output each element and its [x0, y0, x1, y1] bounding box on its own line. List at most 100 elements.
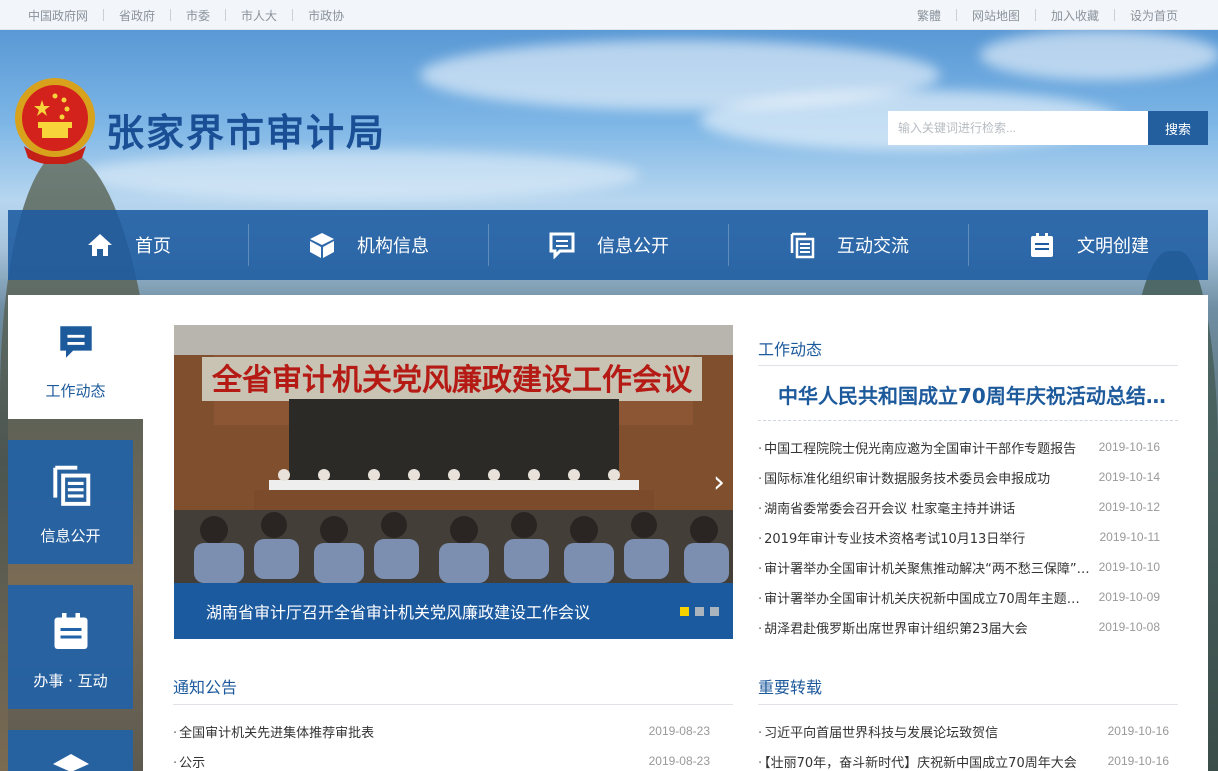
- left-sidebar: 工作动态 信息公开 办事 · 互动: [8, 295, 143, 771]
- list-item[interactable]: 2019年审计专业技术资格考试10月13日举行 2019-10-11: [758, 522, 1160, 552]
- main-nav: 首页 机构信息 信息公开 互动交流 文明创建: [8, 210, 1208, 280]
- news-title[interactable]: 2019年审计专业技术资格考试10月13日举行: [758, 528, 1092, 547]
- top-bar: 中国政府网 省政府 市委 市人大 市政协 繁體 网站地图 加入收藏 设为首页: [0, 0, 1218, 30]
- sidebar-item-info-disclosure[interactable]: 信息公开: [8, 440, 133, 564]
- news-title[interactable]: 湖南省委常委会召开会议 杜家毫主持并讲话: [758, 498, 1091, 517]
- chevron-right-icon[interactable]: ›: [713, 465, 725, 500]
- divider: [103, 9, 105, 21]
- home-icon: [85, 230, 115, 260]
- divider: [225, 9, 227, 21]
- news-title[interactable]: 国际标准化组织审计数据服务技术委员会申报成功: [758, 468, 1091, 487]
- news-date: 2019-10-14: [1098, 470, 1160, 484]
- work-news-list: 中国工程院院士倪光南应邀为全国审计干部作专题报告 2019-10-16 国际标准化…: [758, 432, 1160, 642]
- banner-text: 全省审计机关党风廉政建设工作会议: [211, 363, 693, 398]
- notice-title[interactable]: 全国审计机关先进集体推荐审批表: [173, 722, 641, 741]
- news-date: 2019-10-11: [1099, 530, 1161, 544]
- news-slider[interactable]: 全省审计机关党风廉政建设工作会议 › 湖南省审计厅召开全省审计机关党风廉政建设工…: [174, 325, 733, 639]
- nav-label: 机构信息: [357, 236, 429, 257]
- reprint-date: 2019-10-16: [1107, 724, 1169, 738]
- list-item[interactable]: 全国审计机关先进集体推荐审批表 2019-08-23: [173, 716, 710, 746]
- reprints-list: 习近平向首届世界科技与发展论坛致贺信 2019-10-16 【壮丽70年，奋斗新时…: [758, 716, 1169, 771]
- set-homepage-link[interactable]: 设为首页: [1130, 7, 1178, 24]
- nav-interaction[interactable]: 互动交流: [728, 210, 968, 280]
- reprint-title[interactable]: 【壮丽70年，奋斗新时代】庆祝新中国成立70周年大会: [758, 752, 1100, 771]
- news-date: 2019-10-16: [1098, 440, 1160, 454]
- utility-links: 繁體 网站地图 加入收藏 设为首页: [917, 0, 1178, 30]
- nav-info-disclosure[interactable]: 信息公开: [488, 210, 728, 280]
- slide-caption[interactable]: 湖南省审计厅召开全省审计机关党风廉政建设工作会议: [174, 583, 733, 639]
- list-item[interactable]: 湖南省委常委会召开会议 杜家毫主持并讲话 2019-10-12: [758, 492, 1160, 522]
- slider-dot[interactable]: [680, 607, 689, 616]
- section-title-work-news[interactable]: 工作动态: [758, 336, 822, 360]
- cube-icon: [49, 750, 93, 771]
- message-icon: [547, 230, 577, 260]
- link-gov-cn[interactable]: 中国政府网: [28, 7, 88, 24]
- link-city-committee[interactable]: 市委: [186, 7, 210, 24]
- sidebar-label: 信息公开: [40, 527, 101, 545]
- slider-dot[interactable]: [695, 607, 704, 616]
- list-item[interactable]: 习近平向首届世界科技与发展论坛致贺信 2019-10-16: [758, 716, 1169, 746]
- add-favorite-link[interactable]: 加入收藏: [1051, 7, 1099, 24]
- slider-dots: [680, 607, 719, 616]
- clipboard-icon: [50, 610, 92, 656]
- news-title[interactable]: 胡泽君赴俄罗斯出席世界审计组织第23届大会: [758, 618, 1091, 637]
- nav-civilization[interactable]: 文明创建: [968, 210, 1208, 280]
- nav-label: 首页: [135, 236, 171, 257]
- external-links: 中国政府网 省政府 市委 市人大 市政协: [28, 0, 344, 30]
- news-date: 2019-10-09: [1098, 590, 1160, 604]
- list-item[interactable]: 国际标准化组织审计数据服务技术委员会申报成功 2019-10-14: [758, 462, 1160, 492]
- divider: [173, 704, 733, 705]
- news-date: 2019-10-08: [1098, 620, 1160, 634]
- sidebar-item-more[interactable]: [8, 730, 133, 771]
- nav-org-info[interactable]: 机构信息: [248, 210, 488, 280]
- site-title: 张家界市审计局: [106, 110, 387, 155]
- sitemap-link[interactable]: 网站地图: [972, 7, 1020, 24]
- sidebar-item-services[interactable]: 办事 · 互动: [8, 585, 133, 709]
- notices-list: 全国审计机关先进集体推荐审批表 2019-08-23 公示 2019-08-23: [173, 716, 710, 771]
- divider: [170, 9, 172, 21]
- list-item[interactable]: 审计署举办全国审计机关聚焦推动解决“两不愁三保障”突出问题 2019-10-10: [758, 552, 1160, 582]
- documents-icon: [49, 463, 93, 511]
- notice-title[interactable]: 公示: [173, 752, 641, 771]
- link-city-congress[interactable]: 市人大: [241, 7, 277, 24]
- list-item[interactable]: 审计署举办全国审计机关庆祝新中国成立70周年主题活动 2019-10-09: [758, 582, 1160, 612]
- search-button[interactable]: 搜索: [1148, 111, 1208, 145]
- section-title-reprints[interactable]: 重要转载: [758, 674, 822, 698]
- link-province-gov[interactable]: 省政府: [119, 7, 155, 24]
- sidebar-label: 办事 · 互动: [33, 672, 108, 690]
- divider: [292, 9, 294, 21]
- divider: [758, 420, 1178, 421]
- list-item[interactable]: 【壮丽70年，奋斗新时代】庆祝新中国成立70周年大会 2019-10-16: [758, 746, 1169, 771]
- traditional-chinese-link[interactable]: 繁體: [917, 7, 941, 24]
- news-title[interactable]: 审计署举办全国审计机关聚焦推动解决“两不愁三保障”突出问题: [758, 558, 1090, 577]
- search-input[interactable]: [888, 111, 1148, 145]
- divider: [1034, 9, 1036, 21]
- section-title-notices[interactable]: 通知公告: [173, 674, 237, 698]
- sidebar-label: 工作动态: [45, 382, 106, 400]
- reprint-date: 2019-10-16: [1107, 754, 1169, 768]
- nav-home[interactable]: 首页: [8, 210, 248, 280]
- notice-date: 2019-08-23: [648, 724, 710, 738]
- list-item[interactable]: 公示 2019-08-23: [173, 746, 710, 771]
- reprint-title[interactable]: 习近平向首届世界科技与发展论坛致贺信: [758, 722, 1100, 741]
- news-date: 2019-10-12: [1098, 500, 1160, 514]
- nav-label: 互动交流: [837, 236, 909, 257]
- national-emblem-icon: [12, 76, 98, 165]
- notice-date: 2019-08-23: [648, 754, 710, 768]
- message-icon: [56, 322, 96, 366]
- divider: [955, 9, 957, 21]
- list-item[interactable]: 胡泽君赴俄罗斯出席世界审计组织第23届大会 2019-10-08: [758, 612, 1160, 642]
- documents-icon: [787, 230, 817, 260]
- nav-label: 信息公开: [597, 236, 669, 257]
- news-title[interactable]: 审计署举办全国审计机关庆祝新中国成立70周年主题活动: [758, 588, 1090, 607]
- news-date: 2019-10-10: [1098, 560, 1160, 574]
- divider: [1113, 9, 1115, 21]
- divider: [758, 365, 1178, 366]
- slider-dot[interactable]: [710, 607, 719, 616]
- divider: [758, 704, 1178, 705]
- link-city-cppcc[interactable]: 市政协: [308, 7, 344, 24]
- list-item[interactable]: 中国工程院院士倪光南应邀为全国审计干部作专题报告 2019-10-16: [758, 432, 1160, 462]
- headline-link[interactable]: 中华人民共和国成立70周年庆祝活动总结会议在京举行: [778, 380, 1168, 409]
- news-title[interactable]: 中国工程院院士倪光南应邀为全国审计干部作专题报告: [758, 438, 1091, 457]
- sidebar-item-work-news[interactable]: 工作动态: [8, 295, 143, 419]
